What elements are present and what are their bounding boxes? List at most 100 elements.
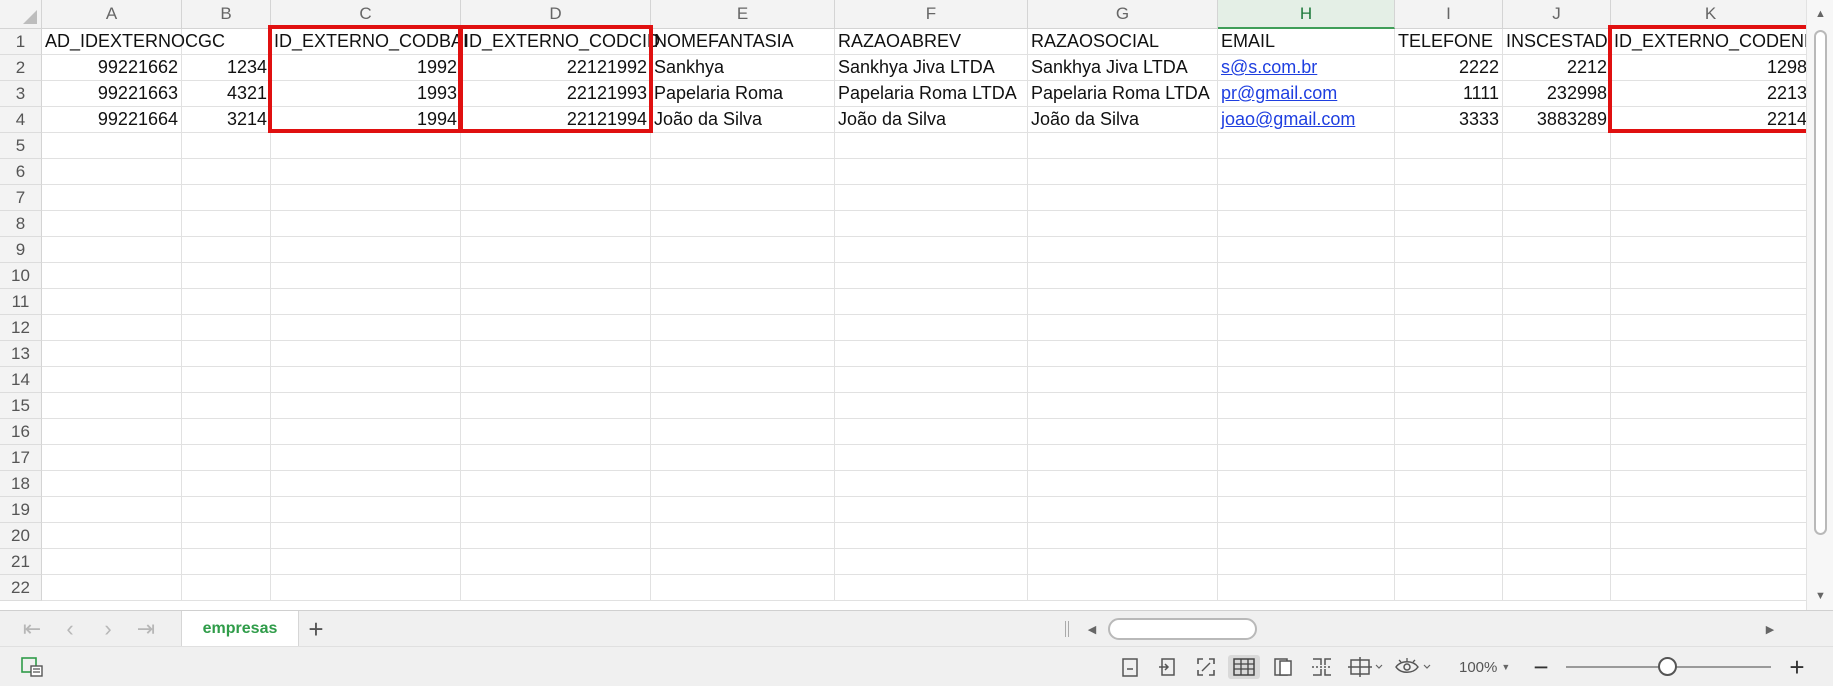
zoom-in-icon[interactable]: + [1784,652,1810,682]
spreadsheet-grid[interactable]: ABCDEFGHIJK 1 2 3 4 5 6 7 8 9 10 11 12 13 14 15 16 17 18 1… [0,0,1833,610]
cell-i18[interactable] [1395,471,1503,497]
cell-g4[interactable]: João da Silva [1028,107,1218,133]
cell-g13[interactable] [1028,341,1218,367]
cell-g8[interactable] [1028,211,1218,237]
cell-f10[interactable] [835,263,1028,289]
email-link[interactable]: s@s.com.br [1221,57,1317,78]
cell-k13[interactable] [1611,341,1811,367]
cell-g22[interactable] [1028,575,1218,601]
row-header-21[interactable]: 21 [0,549,42,575]
cell-f18[interactable] [835,471,1028,497]
cell-f22[interactable] [835,575,1028,601]
cell-c8[interactable] [271,211,461,237]
cell-f11[interactable] [835,289,1028,315]
column-header-e[interactable]: E [651,0,835,29]
cell-c17[interactable] [271,445,461,471]
cell-d17[interactable] [461,445,651,471]
cell-f14[interactable] [835,367,1028,393]
cell-c20[interactable] [271,523,461,549]
row-header-16[interactable]: 16 [0,419,42,445]
cell-c22[interactable] [271,575,461,601]
cell-j21[interactable] [1503,549,1611,575]
cell-b16[interactable] [182,419,271,445]
row-header-12[interactable]: 12 [0,315,42,341]
cell-b12[interactable] [182,315,271,341]
cell-i21[interactable] [1395,549,1503,575]
column-header-i[interactable]: I [1395,0,1503,29]
header-cell-k[interactable]: ID_EXTERNO_CODEND [1611,29,1817,55]
cell-b14[interactable] [182,367,271,393]
cell-j4[interactable]: 3883289 [1503,107,1611,133]
cell-g2[interactable]: Sankhya Jiva LTDA [1028,55,1218,81]
cell-j7[interactable] [1503,185,1611,211]
cell-a18[interactable] [42,471,182,497]
cell-h15[interactable] [1218,393,1395,419]
cell-h20[interactable] [1218,523,1395,549]
cell-g3[interactable]: Papelaria Roma LTDA [1028,81,1218,107]
cell-b6[interactable] [182,159,271,185]
cell-b8[interactable] [182,211,271,237]
cell-b5[interactable] [182,133,271,159]
cell-d14[interactable] [461,367,651,393]
cell-f6[interactable] [835,159,1028,185]
cell-j6[interactable] [1503,159,1611,185]
cell-f5[interactable] [835,133,1028,159]
column-header-f[interactable]: F [835,0,1028,29]
cell-f16[interactable] [835,419,1028,445]
cell-d20[interactable] [461,523,651,549]
row-header-14[interactable]: 14 [0,367,42,393]
cell-f4[interactable]: João da Silva [835,107,1028,133]
cell-f9[interactable] [835,237,1028,263]
row-header-6[interactable]: 6 [0,159,42,185]
cell-a13[interactable] [42,341,182,367]
row-header-9[interactable]: 9 [0,237,42,263]
column-header-d[interactable]: D [461,0,651,29]
cell-j17[interactable] [1503,445,1611,471]
cell-b22[interactable] [182,575,271,601]
cell-h2[interactable]: s@s.com.br [1218,55,1395,81]
cell-d6[interactable] [461,159,651,185]
cell-j12[interactable] [1503,315,1611,341]
cell-f3[interactable]: Papelaria Roma LTDA [835,81,1028,107]
cell-c16[interactable] [271,419,461,445]
cell-d10[interactable] [461,263,651,289]
scroll-right-icon[interactable]: ▶ [1762,620,1778,638]
add-sheet-icon[interactable]: + [302,614,330,644]
cell-b7[interactable] [182,185,271,211]
cell-i9[interactable] [1395,237,1503,263]
cell-a4[interactable]: 99221664 [42,107,182,133]
cell-a17[interactable] [42,445,182,471]
cell-h13[interactable] [1218,341,1395,367]
cell-a21[interactable] [42,549,182,575]
horizontal-scroll-thumb[interactable] [1108,618,1257,640]
cell-j16[interactable] [1503,419,1611,445]
header-cell-c[interactable]: ID_EXTERNO_CODBAI [271,29,468,55]
cell-b2[interactable]: 1234 [182,55,271,81]
cell-a20[interactable] [42,523,182,549]
cell-k21[interactable] [1611,549,1811,575]
header-cell-g[interactable]: RAZAOSOCIAL [1028,29,1218,55]
cell-j9[interactable] [1503,237,1611,263]
cell-j10[interactable] [1503,263,1611,289]
cell-a14[interactable] [42,367,182,393]
cell-e3[interactable]: Papelaria Roma [651,81,835,107]
cell-g7[interactable] [1028,185,1218,211]
cell-k11[interactable] [1611,289,1811,315]
cell-f7[interactable] [835,185,1028,211]
vertical-scrollbar[interactable]: ▲ ▼ [1806,0,1833,610]
cell-i6[interactable] [1395,159,1503,185]
cell-k3[interactable]: 2213 [1611,81,1811,107]
cell-g16[interactable] [1028,419,1218,445]
cell-c11[interactable] [271,289,461,315]
cell-j5[interactable] [1503,133,1611,159]
cell-e8[interactable] [651,211,835,237]
zoom-out-icon[interactable]: − [1528,652,1554,682]
cell-d8[interactable] [461,211,651,237]
row-header-4[interactable]: 4 [0,107,42,133]
cell-i14[interactable] [1395,367,1503,393]
cell-g12[interactable] [1028,315,1218,341]
cell-d3[interactable]: 22121993 [461,81,651,107]
row-header-17[interactable]: 17 [0,445,42,471]
cell-g19[interactable] [1028,497,1218,523]
cell-k19[interactable] [1611,497,1811,523]
